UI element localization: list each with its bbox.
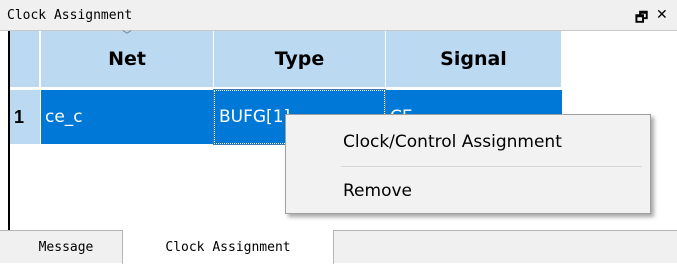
tab-clock-assignment[interactable]: Clock Assignment bbox=[122, 230, 334, 264]
menu-item-remove[interactable]: Remove bbox=[286, 170, 650, 212]
menu-item-clock-control-assignment[interactable]: Clock/Control Assignment bbox=[286, 121, 650, 163]
column-header-label: Net bbox=[108, 48, 146, 70]
context-menu: Clock/Control Assignment Remove bbox=[285, 114, 651, 214]
column-header-label: Type bbox=[274, 48, 325, 70]
tab-label: Clock Assignment bbox=[165, 239, 291, 255]
tab-bar: Message Clock Assignment bbox=[0, 230, 677, 264]
tab-message[interactable]: Message bbox=[10, 231, 122, 264]
panel-title: Clock Assignment bbox=[7, 8, 133, 23]
tab-label: Message bbox=[38, 240, 94, 255]
cell-net[interactable]: ce_c bbox=[41, 90, 213, 144]
sort-caret-icon: ﹀ bbox=[122, 31, 132, 41]
row-number: 1 bbox=[14, 106, 25, 127]
column-header-signal[interactable]: Signal bbox=[386, 31, 562, 87]
close-icon[interactable]: ✕ bbox=[656, 7, 668, 23]
column-header-net[interactable]: ﹀ Net bbox=[41, 31, 214, 87]
column-header-type[interactable]: Type bbox=[214, 31, 386, 87]
menu-item-label: Clock/Control Assignment bbox=[343, 132, 562, 152]
menu-item-label: Remove bbox=[343, 181, 412, 201]
row-header[interactable]: 1 bbox=[10, 90, 40, 144]
menu-separator bbox=[341, 166, 642, 167]
grid-corner[interactable] bbox=[10, 31, 40, 87]
cell-text: BUFG[1] bbox=[219, 107, 291, 127]
cell-text: ce_c bbox=[45, 107, 83, 127]
panel-title-bar: Clock Assignment 🗗 ✕ bbox=[0, 0, 677, 31]
restore-icon[interactable]: 🗗 bbox=[635, 7, 648, 31]
column-header-label: Signal bbox=[440, 48, 507, 70]
